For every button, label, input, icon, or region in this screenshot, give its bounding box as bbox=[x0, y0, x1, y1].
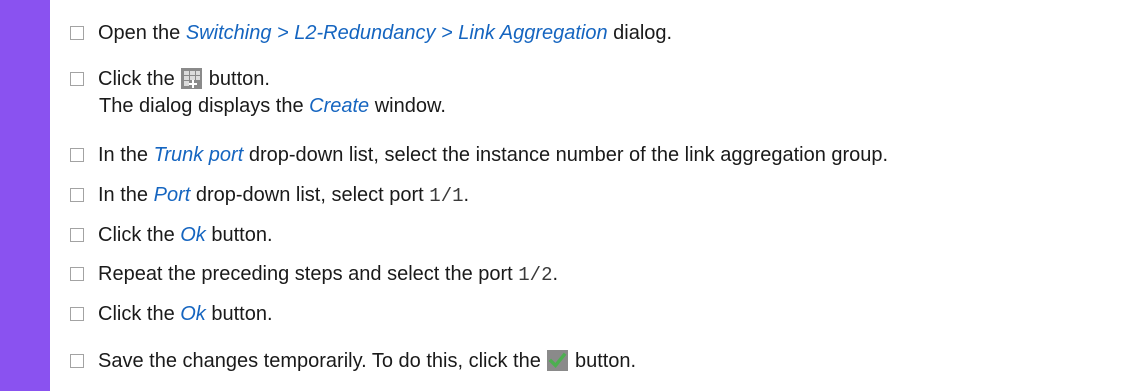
step-text: Click the bbox=[98, 68, 181, 90]
create-table-icon bbox=[181, 68, 203, 89]
step-checkbox[interactable] bbox=[70, 26, 84, 40]
field-name-link[interactable]: Port bbox=[154, 184, 191, 206]
margin-accent-bar bbox=[0, 0, 50, 391]
menu-path-link[interactable]: Switching > L2-Redundancy > Link Aggrega… bbox=[186, 22, 608, 44]
step-text: The dialog displays the bbox=[99, 95, 310, 117]
step-text: button. bbox=[569, 350, 637, 372]
step-checkbox[interactable] bbox=[70, 72, 84, 86]
step-text: . bbox=[463, 184, 470, 206]
step-text: Repeat the preceding steps and select th… bbox=[98, 263, 519, 285]
step-text: Click the bbox=[98, 224, 181, 246]
step-text: dialog. bbox=[607, 22, 673, 44]
port-value: 1/2 bbox=[518, 264, 553, 286]
checkmark-icon bbox=[547, 350, 569, 371]
step-text: In the bbox=[98, 184, 154, 206]
step-text: Save the changes temporarily. To do this… bbox=[98, 350, 547, 372]
step-text: Open the bbox=[98, 22, 186, 44]
step-checkbox[interactable] bbox=[70, 228, 84, 242]
step-checkbox[interactable] bbox=[70, 188, 84, 202]
window-name-link[interactable]: Create bbox=[309, 95, 369, 117]
step-text: button. bbox=[203, 68, 270, 90]
step-6: Repeat the preceding steps and select th… bbox=[70, 262, 558, 287]
ok-button-link[interactable]: Ok bbox=[180, 224, 206, 246]
step-checkbox[interactable] bbox=[70, 148, 84, 162]
step-4: In the Port drop-down list, select port … bbox=[70, 183, 469, 208]
step-checkbox[interactable] bbox=[70, 307, 84, 321]
step-5: Click the Ok button. bbox=[70, 223, 273, 247]
port-value: 1/1 bbox=[429, 185, 464, 207]
step-text: In the bbox=[98, 144, 154, 166]
step-2-result: The dialog displays the Create window. bbox=[99, 94, 446, 118]
step-7: Click the Ok button. bbox=[70, 302, 273, 326]
step-text: window. bbox=[369, 95, 446, 117]
step-text: button. bbox=[205, 303, 273, 325]
field-name-link[interactable]: Trunk port bbox=[154, 144, 244, 166]
step-3: In the Trunk port drop-down list, select… bbox=[70, 143, 888, 167]
step-2: Click the button. bbox=[70, 67, 270, 91]
step-1: Open the Switching > L2-Redundancy > Lin… bbox=[70, 21, 672, 45]
step-text: drop-down list, select the instance numb… bbox=[243, 144, 889, 166]
step-text: button. bbox=[205, 224, 273, 246]
step-checkbox[interactable] bbox=[70, 354, 84, 368]
step-text: . bbox=[552, 263, 559, 285]
step-text: drop-down list, select port bbox=[190, 184, 430, 206]
step-text: Click the bbox=[98, 303, 181, 325]
step-8: Save the changes temporarily. To do this… bbox=[70, 349, 636, 373]
step-checkbox[interactable] bbox=[70, 267, 84, 281]
ok-button-link[interactable]: Ok bbox=[180, 303, 206, 325]
